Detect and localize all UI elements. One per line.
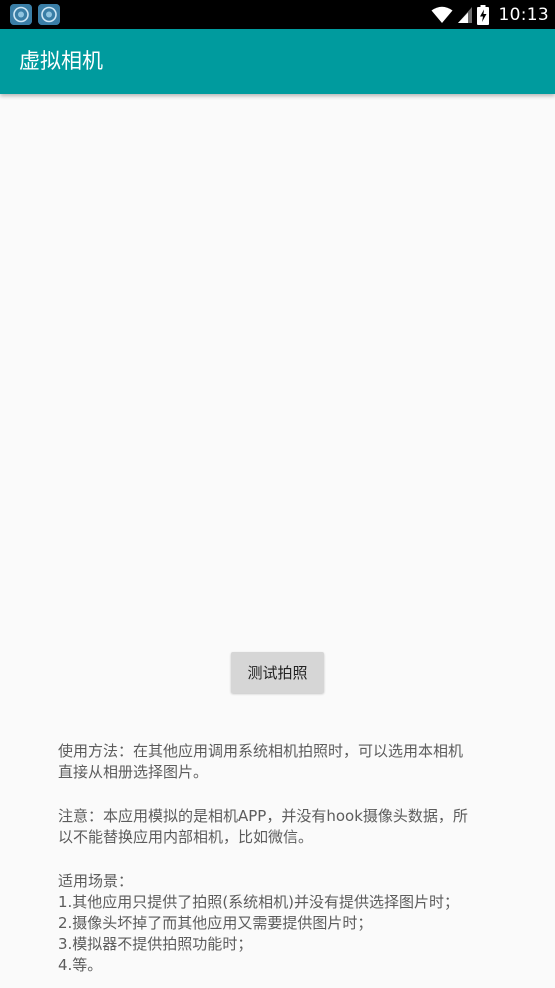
status-bar: 10:13 xyxy=(0,0,555,29)
status-time: 10:13 xyxy=(498,4,549,25)
scenarios-section: 适用场景： 1.其他应用只提供了拍照(系统相机)并没有提供选择图片时； 2.摄像… xyxy=(58,871,508,976)
app-notification-icon xyxy=(10,4,32,25)
note-text: 注意：本应用模拟的是相机APP，并没有hook摄像头数据，所 以不能替换应用内部… xyxy=(58,806,508,848)
scenario-item: 4.等。 xyxy=(58,956,103,974)
scenario-item: 3.模拟器不提供拍照功能时； xyxy=(58,935,253,953)
battery-charging-icon xyxy=(476,4,489,25)
scenario-item: 2.摄像头坏掉了而其他应用又需要提供图片时； xyxy=(58,914,373,932)
note-line: 注意：本应用模拟的是相机APP，并没有hook摄像头数据，所 xyxy=(58,807,468,825)
cell-signal-icon xyxy=(457,6,473,24)
app-title: 虚拟相机 xyxy=(19,49,103,73)
test-capture-button[interactable]: 测试拍照 xyxy=(231,652,324,693)
scenarios-title: 适用场景： xyxy=(58,872,134,890)
scenario-item: 1.其他应用只提供了拍照(系统相机)并没有提供选择图片时； xyxy=(58,893,460,911)
app-notification-icon xyxy=(38,4,60,25)
usage-line: 直接从相册选择图片。 xyxy=(58,763,209,781)
usage-instructions: 使用方法：在其他应用调用系统相机拍照时，可以选用本相机 直接从相册选择图片。 xyxy=(58,741,508,783)
wifi-icon xyxy=(431,6,453,24)
note-line: 以不能替换应用内部相机，比如微信。 xyxy=(58,828,314,846)
usage-line: 使用方法：在其他应用调用系统相机拍照时，可以选用本相机 xyxy=(58,742,464,760)
app-bar: 虚拟相机 xyxy=(0,29,555,94)
